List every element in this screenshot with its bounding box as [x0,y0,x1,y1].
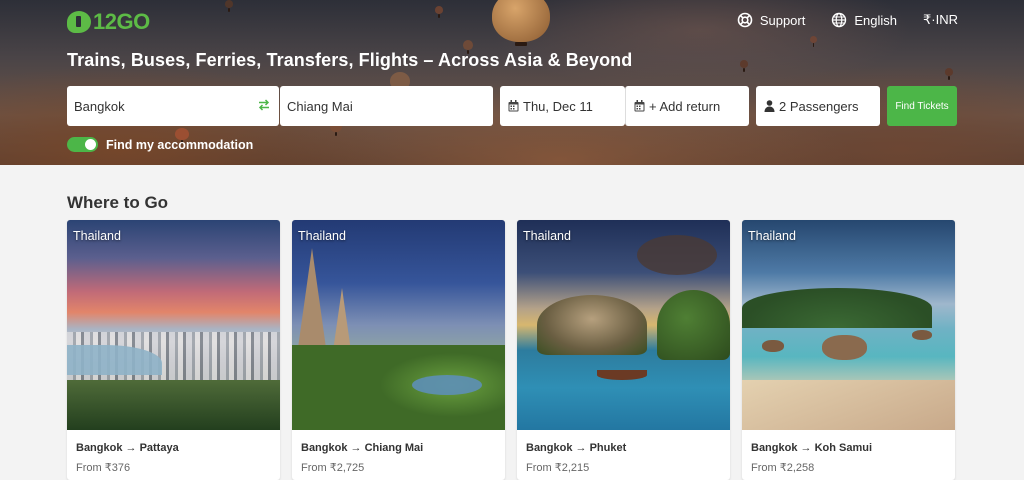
destination-card[interactable]: Thailand Bangkok → Pattaya From ₹376 [67,220,280,480]
language-label: English [854,12,897,28]
currency-label: ₹·INR [923,12,958,27]
accommodation-toggle-row: Find my accommodation [67,137,253,152]
from-value: Bangkok [74,98,125,114]
card-country: Thailand [748,229,796,243]
card-route: Bangkok → Phuket [526,442,627,454]
card-country: Thailand [298,229,346,243]
passengers-value: 2 Passengers [779,98,859,114]
calendar-icon [508,100,519,112]
to-field[interactable]: Chiang Mai [280,86,493,126]
person-icon [764,100,775,112]
accommodation-toggle[interactable] [67,137,98,152]
destination-image: Thailand [742,220,955,430]
find-tickets-button[interactable]: Find Tickets [887,86,957,126]
support-icon [737,12,753,28]
to-value: Chiang Mai [287,98,353,114]
currency-selector[interactable]: ₹·INR [923,12,958,28]
destination-image: Thailand [67,220,280,430]
card-route: Bangkok → Chiang Mai [301,442,424,454]
card-route: Bangkok → Koh Samui [751,442,873,454]
destination-card[interactable]: Thailand Bangkok → Phuket From ₹2,215 [517,220,730,480]
return-date-value: + Add return [649,98,721,114]
where-to-go-title: Where to Go [67,193,169,212]
from-field[interactable]: Bangkok [67,86,279,126]
logo-icon [67,11,91,33]
destination-card[interactable]: Thailand Bangkok → Chiang Mai From ₹2,72… [292,220,505,480]
calendar-icon [634,100,645,112]
card-route: Bangkok → Pattaya [76,442,179,454]
return-date-field[interactable]: + Add return [625,86,749,126]
hero-banner: 12GO Support English ₹·INR Trains, Buses… [0,0,1024,165]
destination-image: Thailand [517,220,730,430]
brand-name: 12GO [93,9,150,34]
support-link[interactable]: Support [737,12,806,28]
swap-icon[interactable] [257,98,271,112]
destination-card[interactable]: Thailand Bangkok → Koh Samui From ₹2,258 [742,220,955,480]
support-label: Support [759,12,806,28]
top-nav: Support English ₹·INR [737,12,958,28]
accommodation-label: Find my accommodation [106,137,254,152]
destination-image: Thailand [292,220,505,430]
departure-date-value: Thu, Dec 11 [523,98,593,114]
card-country: Thailand [523,229,571,243]
card-country: Thailand [73,229,121,243]
passengers-field[interactable]: 2 Passengers [756,86,880,126]
brand-logo[interactable]: 12GO [67,9,150,35]
language-selector[interactable]: English [831,12,897,28]
hero-title: Trains, Buses, Ferries, Transfers, Fligh… [67,50,633,70]
globe-icon [832,12,847,28]
departure-date-field[interactable]: Thu, Dec 11 [500,86,625,126]
